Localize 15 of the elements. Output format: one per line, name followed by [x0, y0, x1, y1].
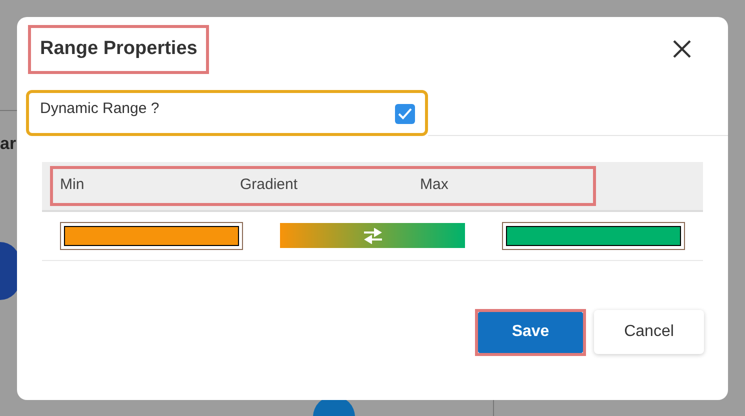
column-header: Max [419, 175, 450, 196]
dynamic-range-label: Dynamic Range ? [40, 99, 160, 120]
column-header: Gradient [239, 175, 299, 196]
save-button[interactable]: Save [478, 312, 583, 352]
min-color-field[interactable] [60, 222, 243, 250]
swap-icon [362, 228, 382, 244]
close-icon [672, 39, 692, 60]
column-header: Min [59, 175, 86, 196]
checkbox[interactable] [395, 104, 415, 124]
dialog-title: Range Properties [40, 37, 198, 61]
gradient-swap-button[interactable] [280, 223, 465, 248]
background-text: ar [0, 133, 16, 155]
page-divider [493, 400, 494, 416]
cancel-button[interactable]: Cancel [594, 310, 704, 354]
max-color-field[interactable] [502, 222, 685, 250]
